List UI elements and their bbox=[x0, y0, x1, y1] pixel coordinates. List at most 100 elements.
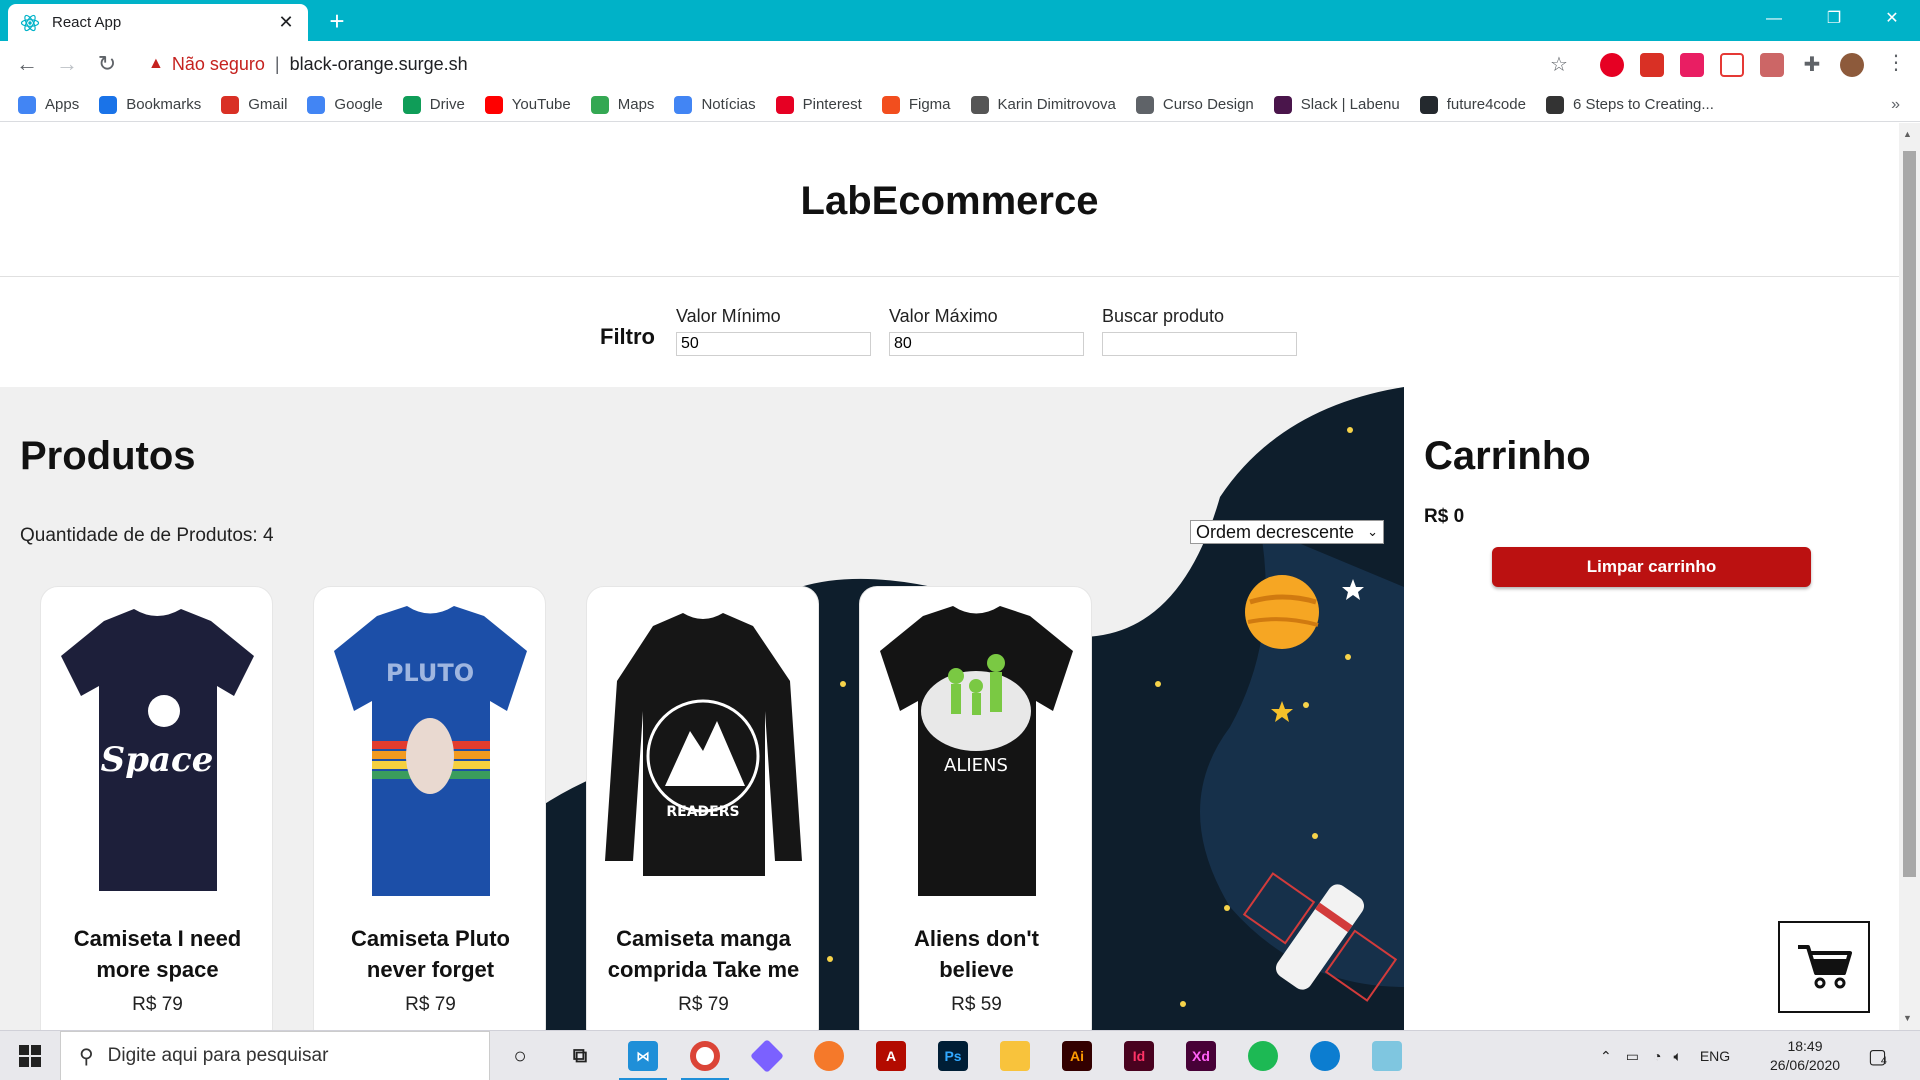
spotify-icon[interactable] bbox=[1248, 1041, 1278, 1071]
search-product-group: Buscar produto bbox=[1102, 306, 1297, 356]
products-title: Produtos bbox=[20, 434, 196, 478]
vscode-icon[interactable]: ⋈ bbox=[628, 1041, 658, 1071]
new-tab-button[interactable]: + bbox=[322, 6, 352, 36]
sort-order-value: Ordem decrescente bbox=[1196, 521, 1355, 542]
chevron-up-icon[interactable]: ⌃ bbox=[1600, 1048, 1612, 1065]
clock-time: 18:49 bbox=[1787, 1038, 1823, 1054]
min-value-input[interactable] bbox=[676, 332, 871, 356]
task-view-icon[interactable]: ⧉ bbox=[565, 1041, 595, 1071]
scroll-up-icon[interactable]: ▲ bbox=[1903, 129, 1912, 139]
pdf-extension-icon[interactable] bbox=[1760, 53, 1784, 77]
bookmark-item[interactable]: Pinterest bbox=[775, 95, 862, 114]
bookmark-item[interactable]: Figma bbox=[881, 95, 951, 114]
notification-center-button[interactable]: ▢ 4 bbox=[1868, 1031, 1887, 1080]
illustrator-icon[interactable]: Ai bbox=[1062, 1041, 1092, 1071]
gitkraken-icon[interactable] bbox=[750, 1039, 784, 1073]
url-text[interactable]: black-orange.surge.sh bbox=[290, 54, 468, 75]
max-value-input[interactable] bbox=[889, 332, 1084, 356]
bookmark-item[interactable]: Karin Dimitrovova bbox=[970, 95, 1116, 114]
close-window-button[interactable]: ✕ bbox=[1864, 0, 1920, 41]
bookmark-item[interactable]: Notícias bbox=[674, 95, 756, 114]
clear-cart-button[interactable]: Limpar carrinho bbox=[1492, 547, 1811, 587]
insecure-label[interactable]: Não seguro bbox=[172, 54, 265, 75]
product-name: Aliens don't believe bbox=[913, 926, 1039, 982]
chrome-icon[interactable] bbox=[690, 1041, 720, 1071]
product-card[interactable]: READERS Camiseta manga comprida Take me … bbox=[586, 586, 819, 1030]
photoshop-icon[interactable]: Ps bbox=[938, 1041, 968, 1071]
bookmark-item[interactable]: 6 Steps to Creating... bbox=[1545, 95, 1714, 114]
taskbar-search-placeholder: Digite aqui para pesquisar bbox=[107, 1045, 329, 1066]
address-bar[interactable]: ▲ Não seguro | black-orange.surge.sh bbox=[136, 48, 1556, 80]
product-card[interactable]: PLUTO Camiseta Pluto never forget R$ 79 bbox=[313, 586, 546, 1030]
bookmark-label: Slack | Labenu bbox=[1300, 96, 1400, 113]
wifi-icon[interactable]: ◔ bbox=[1653, 1048, 1661, 1064]
battery-icon[interactable]: ▭ bbox=[1626, 1048, 1639, 1065]
clock[interactable]: 18:49 26/06/2020 bbox=[1765, 1037, 1845, 1075]
bookmarks-overflow-icon[interactable]: » bbox=[1891, 96, 1900, 114]
product-card[interactable]: ALIENS Aliens don't believe R$ 59 bbox=[859, 586, 1092, 1030]
acrobat-icon[interactable]: A bbox=[876, 1041, 906, 1071]
bookmark-item[interactable]: Maps bbox=[590, 95, 654, 114]
scroll-down-icon[interactable]: ▼ bbox=[1903, 1013, 1912, 1023]
product-name: Camiseta Pluto never forget bbox=[351, 926, 510, 982]
close-tab-icon[interactable]: ✕ bbox=[276, 12, 296, 33]
pinterest-extension-icon[interactable] bbox=[1600, 53, 1624, 77]
github-icon bbox=[1419, 95, 1438, 114]
bookmark-label: future4code bbox=[1446, 96, 1526, 113]
browser-tab[interactable]: React App ✕ bbox=[8, 4, 308, 41]
bookmark-label: Curso Design bbox=[1162, 96, 1254, 113]
star-icon bbox=[99, 95, 118, 114]
windows-start-button[interactable] bbox=[0, 1031, 60, 1080]
bookmark-item[interactable]: Bookmarks bbox=[99, 95, 201, 114]
windows-taskbar: ⚲ Digite aqui para pesquisar ○ ⧉ ⋈ A Ps … bbox=[0, 1030, 1920, 1080]
maximize-button[interactable]: ❐ bbox=[1806, 0, 1862, 41]
calendar-extension-icon[interactable] bbox=[1640, 53, 1664, 77]
bookmark-item[interactable]: YouTube bbox=[484, 95, 571, 114]
menu-dots-icon[interactable]: ⋮ bbox=[1886, 50, 1906, 75]
browser-titlebar: React App ✕ + — ❐ ✕ bbox=[0, 0, 1920, 41]
scrollbar-thumb[interactable] bbox=[1903, 151, 1916, 877]
reload-button[interactable]: ↻ bbox=[92, 49, 122, 79]
notifications-extension-icon[interactable] bbox=[1680, 53, 1704, 77]
bookmark-item[interactable]: Google bbox=[307, 95, 383, 114]
puzzle-extensions-icon[interactable]: ✚ bbox=[1800, 53, 1824, 77]
bookmark-item[interactable]: Apps bbox=[18, 95, 79, 114]
volume-icon[interactable]: 🔈︎ bbox=[1673, 1048, 1681, 1065]
minimize-button[interactable]: — bbox=[1746, 0, 1802, 41]
bookmark-item[interactable]: future4code bbox=[1419, 95, 1526, 114]
product-count: Quantidade de de Produtos: 4 bbox=[20, 525, 274, 546]
search-product-input[interactable] bbox=[1102, 332, 1297, 356]
drive-icon bbox=[402, 95, 421, 114]
news-icon bbox=[674, 95, 693, 114]
pluto-artwork-text: PLUTO bbox=[386, 659, 474, 687]
product-image: READERS bbox=[605, 613, 802, 876]
app-icon[interactable] bbox=[1372, 1041, 1402, 1071]
bookmark-item[interactable]: Gmail bbox=[221, 95, 287, 114]
back-button[interactable]: ← bbox=[12, 49, 42, 79]
react-icon bbox=[20, 13, 40, 33]
warning-icon: ▲ bbox=[148, 55, 164, 72]
bookmark-item[interactable]: Drive bbox=[402, 95, 465, 114]
file-explorer-icon[interactable] bbox=[1000, 1041, 1030, 1071]
bookmark-label: YouTube bbox=[511, 96, 571, 113]
forward-button[interactable]: → bbox=[52, 49, 82, 79]
chevron-down-icon: ⌄ bbox=[1367, 524, 1378, 539]
bookmark-item[interactable]: Slack | Labenu bbox=[1273, 95, 1400, 114]
apps-grid-icon bbox=[18, 95, 36, 114]
indesign-icon[interactable]: Id bbox=[1124, 1041, 1154, 1071]
floating-cart-button[interactable] bbox=[1778, 921, 1870, 1013]
profile-avatar[interactable] bbox=[1840, 53, 1864, 77]
bookmark-item[interactable]: Curso Design bbox=[1135, 95, 1254, 114]
language-indicator[interactable]: ENG bbox=[1700, 1048, 1730, 1064]
pocket-extension-icon[interactable] bbox=[1720, 53, 1744, 77]
edge-icon[interactable] bbox=[1310, 1041, 1340, 1071]
bookmark-label: Karin Dimitrovova bbox=[997, 96, 1116, 113]
bookmark-star-icon[interactable]: ☆ bbox=[1550, 52, 1568, 77]
sort-order-select[interactable]: Ordem decrescente ⌄ bbox=[1190, 520, 1384, 544]
taskbar-search-box[interactable]: ⚲ Digite aqui para pesquisar bbox=[60, 1031, 490, 1080]
product-card[interactable]: Space Camiseta I need more space R$ 79 bbox=[40, 586, 273, 1030]
adobe-xd-icon[interactable]: Xd bbox=[1186, 1041, 1216, 1071]
page-scrollbar[interactable]: ▲ ▼ bbox=[1899, 123, 1920, 1030]
cortana-icon[interactable]: ○ bbox=[505, 1041, 535, 1071]
blender-icon[interactable] bbox=[814, 1041, 844, 1071]
